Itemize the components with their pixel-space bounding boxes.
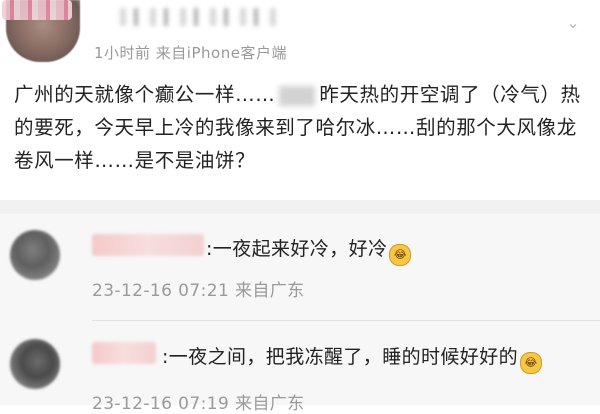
comment-divider xyxy=(92,320,600,321)
redacted-text xyxy=(279,85,316,106)
post-meta: 1小时前 来自iPhone客户端 xyxy=(94,44,287,62)
commenter-avatar[interactable] xyxy=(10,339,60,389)
post-text-part1: 广州的天就像个癫公一样…… xyxy=(14,83,276,106)
crying-laughing-icon: 😂 xyxy=(520,352,543,374)
section-gap xyxy=(0,200,600,214)
comment-meta: 23-12-16 07:21 来自广东 xyxy=(92,281,305,301)
commenter-name-redacted[interactable] xyxy=(92,342,156,364)
crying-laughing-icon: 😂 xyxy=(389,244,412,266)
comment-meta: 23-12-16 07:19 来自广东 xyxy=(92,394,305,414)
comment-text: :一夜之间，把我冻醒了，睡的时候好好的 😂 xyxy=(162,342,543,374)
comment-text-body: :一夜之间，把我冻醒了，睡的时候好好的 xyxy=(162,346,519,368)
weibo-post: 1小时前 来自iPhone客户端 ⌄ 广州的天就像个癫公一样…… 昨天热的开空调了… xyxy=(0,0,600,200)
commenter-avatar[interactable] xyxy=(10,230,60,280)
avatar-sticker xyxy=(2,0,72,20)
author-name-redacted[interactable] xyxy=(120,8,280,26)
comment-text-body: :一夜起来好冷，好冷 xyxy=(206,238,388,260)
comment-text: :一夜起来好冷，好冷 😂 xyxy=(206,234,412,266)
commenter-name-redacted[interactable] xyxy=(92,234,204,256)
post-body: 广州的天就像个癫公一样…… 昨天热的开空调了（冷气）热的要死，今天早上冷的我像来到… xyxy=(14,78,586,177)
comments-section: :一夜起来好冷，好冷 😂 23-12-16 07:21 来自广东 :一夜之间，把我… xyxy=(0,214,600,414)
chevron-down-icon[interactable]: ⌄ xyxy=(562,12,584,34)
